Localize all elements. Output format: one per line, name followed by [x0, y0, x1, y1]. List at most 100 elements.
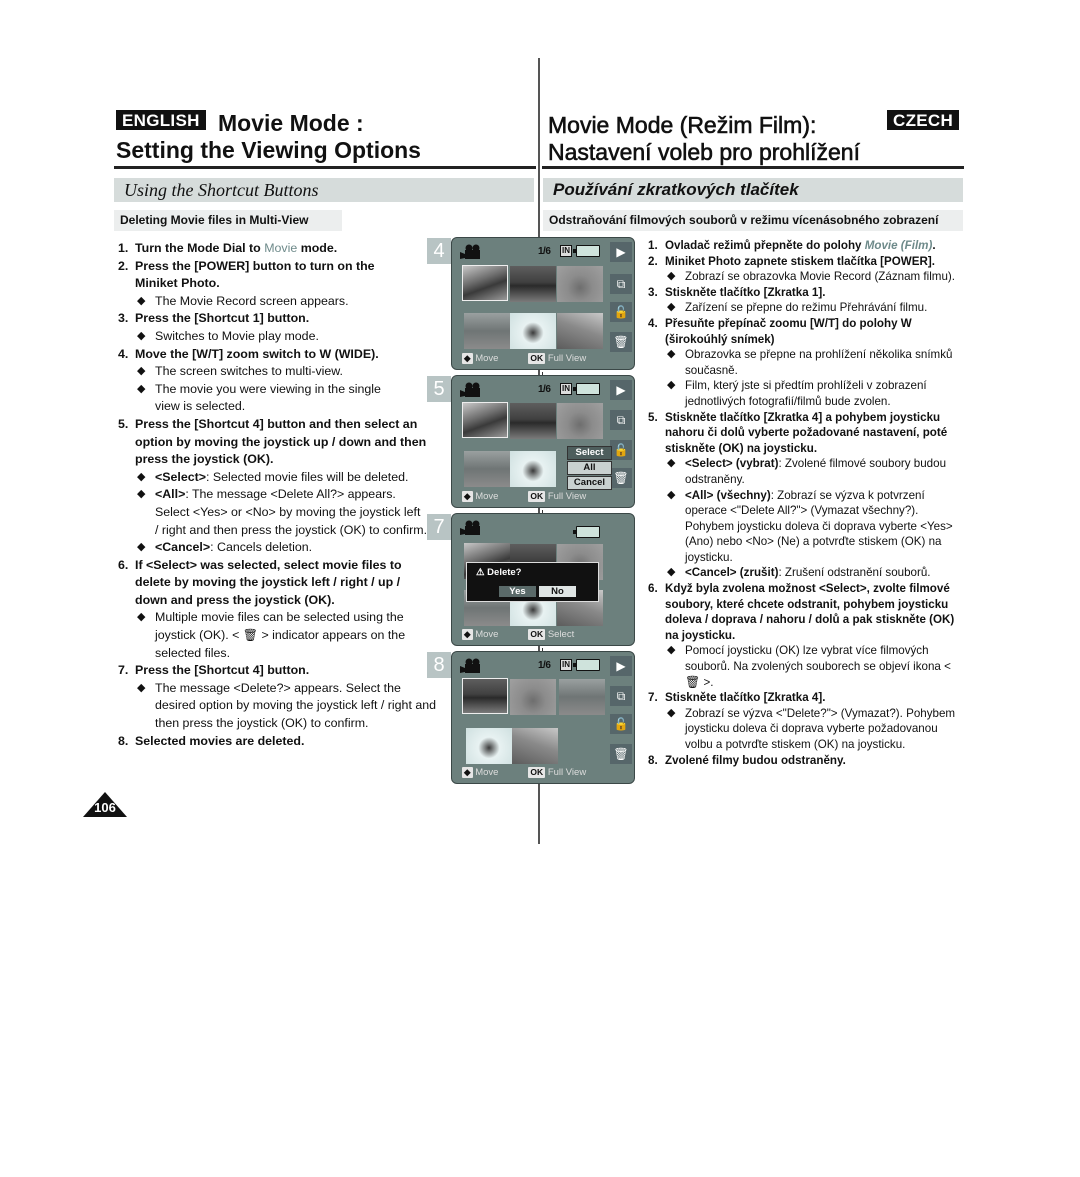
cz-step-5: 5. Stiskněte tlačítko [Zkratka 4] a pohy… — [648, 410, 948, 455]
step-4-bullet: ◆ The screen switches to multi-view. — [137, 364, 343, 379]
step-8: 8. Selected movies are deleted. — [118, 733, 305, 748]
cz-step-6-bullet: ◆ Pomocí joysticku (OK) lze vybrat více f… — [667, 644, 951, 689]
czech-title-line2: Nastavení voleb pro prohlížení — [548, 139, 861, 166]
file-counter: 1/6 — [538, 384, 551, 395]
play-icon[interactable]: ▶ — [610, 242, 632, 262]
file-counter: 1/6 — [538, 246, 551, 257]
thumbnail[interactable] — [557, 403, 603, 439]
cz-step-5-bullet-all: ◆ <All> (všechny): Zobrazí se výzva k pot… — [667, 488, 953, 564]
thumbnail[interactable] — [462, 265, 508, 301]
joystick-icon: ◆ — [462, 767, 473, 778]
header-rule-czech — [542, 166, 964, 169]
section-title-czech: Používání zkratkových tlačítek — [553, 180, 799, 199]
cz-step-5-bullet-select: ◆ <Select> (vybrat): Zvolené filmové soub… — [667, 457, 947, 486]
cz-step-4-bullet: ◆ Film, který jste si předtím prohlíželi … — [667, 379, 927, 408]
cz-step-1: 1. Ovladač režimů přepněte do polohy Mov… — [648, 239, 936, 252]
subsection-title-english: Deleting Movie files in Multi-View — [120, 213, 309, 227]
play-icon[interactable]: ▶ — [610, 656, 632, 676]
slideshow-icon[interactable]: ⧉ — [610, 410, 632, 430]
camera-screen-step-7: ⚠ Delete? Yes No ◆ Move OK Select — [451, 513, 635, 646]
thumbnail[interactable] — [510, 403, 556, 439]
battery-icon — [573, 383, 600, 395]
thumbnail[interactable] — [510, 451, 556, 487]
cz-step-3: 3. Stiskněte tlačítko [Zkratka 1]. — [648, 285, 826, 299]
step-5-bullet-cancel: ◆ <Cancel>: Cancels deletion. — [137, 540, 313, 555]
camera-screen-step-4: 1/6 IN ▶ ⧉ 🔓 🗑 ◆ Move OK Full View — [451, 237, 635, 370]
trash-icon: 🗑 — [242, 628, 259, 643]
warning-icon: ⚠ — [476, 567, 485, 578]
battery-icon — [573, 245, 600, 257]
thumbnail[interactable] — [557, 313, 603, 349]
cz-step-7: 7. Stiskněte tlačítko [Zkratka 4]. — [648, 691, 826, 705]
thumbnail[interactable] — [512, 728, 558, 764]
thumbnail[interactable] — [510, 266, 556, 302]
cz-step-8: 8. Zvolené filmy budou odstraněny. — [648, 753, 846, 767]
cz-step-2: 2. Miniket Photo zapnete stiskem tlačítk… — [648, 254, 935, 268]
storage-indicator: IN — [560, 245, 572, 257]
joystick-icon: ◆ — [462, 491, 473, 502]
lock-icon[interactable]: 🔓 — [610, 440, 632, 460]
menu-item-select[interactable]: Select — [567, 446, 612, 460]
thumbnail[interactable] — [559, 679, 605, 715]
cz-step-2-bullet: ◆ Zobrazí se obrazovka Movie Record (Zázn… — [667, 270, 955, 284]
cz-step-4: 4. Přesuňte přepínač zoomu [W/T] do polo… — [648, 316, 912, 346]
thumbnail[interactable] — [462, 678, 508, 714]
camera-screen-step-5: 1/6 IN ▶ ⧉ 🔓 🗑 Select All Cancel ◆ Move O… — [451, 375, 635, 508]
czech-title-line1: Movie Mode (Režim Film): — [548, 112, 817, 139]
lock-icon[interactable]: 🔓 — [610, 714, 632, 734]
subsection-title-czech: Odstraňování filmových souborů v režimu … — [549, 213, 939, 227]
battery-icon — [573, 659, 600, 671]
menu-item-all[interactable]: All — [567, 461, 612, 475]
screen-footer: ◆ Move OK Full View — [462, 491, 587, 502]
thumbnail[interactable] — [464, 451, 510, 487]
header-rule-english — [114, 166, 536, 169]
screen-step-number: 7 — [427, 514, 451, 540]
thumbnail[interactable] — [464, 313, 510, 349]
trash-icon: 🗑 — [685, 674, 701, 689]
movie-camera-icon — [460, 382, 480, 397]
section-title-english: Using the Shortcut Buttons — [124, 180, 319, 200]
play-icon[interactable]: ▶ — [610, 380, 632, 400]
camera-screen-step-8: 1/6 IN ▶ ⧉ 🔓 🗑 ◆ Move OK Full View — [451, 651, 635, 784]
trash-icon[interactable]: 🗑 — [610, 332, 632, 352]
thumbnail[interactable] — [510, 679, 556, 715]
step-6: 6. If <Select> was selected, select movi… — [118, 557, 402, 607]
language-badge-czech: CZECH — [887, 110, 960, 130]
storage-indicator: IN — [560, 659, 572, 671]
cz-step-6: 6. Když byla zvolena možnost <Select>, z… — [648, 582, 955, 642]
step-5: 5. Press the [Shortcut 4] button and the… — [118, 416, 427, 467]
step-1: 1. Turn the Mode Dial to Movie mode. — [118, 241, 338, 255]
screen-footer: ◆ Move OK Full View — [462, 767, 587, 778]
storage-indicator: IN — [560, 383, 572, 395]
section-title-bar-czech: Používání zkratkových tlačítek — [543, 178, 963, 202]
file-counter: 1/6 — [538, 660, 551, 671]
no-button[interactable]: No — [539, 586, 576, 597]
trash-icon[interactable]: 🗑 — [610, 468, 632, 488]
screen-step-number: 5 — [427, 376, 451, 402]
cz-step-7-bullet: ◆ Zobrazí se výzva <"Delete?"> (Vymazat?)… — [667, 706, 956, 751]
movie-camera-icon — [460, 244, 480, 259]
thumbnail[interactable] — [466, 728, 512, 764]
thumbnail[interactable] — [557, 266, 603, 302]
step-5-bullet-all: ◆ <All>: The message <Delete All?> appear… — [137, 487, 428, 537]
slideshow-icon[interactable]: ⧉ — [610, 274, 632, 294]
slideshow-icon[interactable]: ⧉ — [610, 686, 632, 706]
movie-camera-icon — [460, 658, 480, 673]
english-title-line2: Setting the Viewing Options — [116, 137, 421, 163]
english-title-line1: Movie Mode : — [218, 110, 364, 136]
yes-button[interactable]: Yes — [499, 586, 536, 597]
joystick-icon: ◆ — [462, 353, 473, 364]
screen-footer: ◆ Move OK Select — [462, 629, 575, 640]
step-5-bullet-select: ◆ <Select>: Selected movie files will be … — [137, 469, 409, 484]
cz-step-5-bullet-cancel: ◆ <Cancel> (zrušit): Zrušení odstranění s… — [667, 566, 931, 580]
battery-icon — [573, 526, 600, 538]
section-title-bar-english: Using the Shortcut Buttons — [114, 178, 534, 202]
menu-item-cancel[interactable]: Cancel — [567, 476, 612, 490]
subsection-bar-czech: Odstraňování filmových souborů v režimu … — [543, 210, 963, 231]
trash-icon[interactable]: 🗑 — [610, 744, 632, 764]
lock-icon[interactable]: 🔓 — [610, 302, 632, 322]
thumbnail[interactable] — [510, 313, 556, 349]
screen-step-number: 8 — [427, 652, 451, 678]
thumbnail[interactable] — [462, 402, 508, 438]
step-2-bullet: ◆ The Movie Record screen appears. — [137, 293, 349, 308]
